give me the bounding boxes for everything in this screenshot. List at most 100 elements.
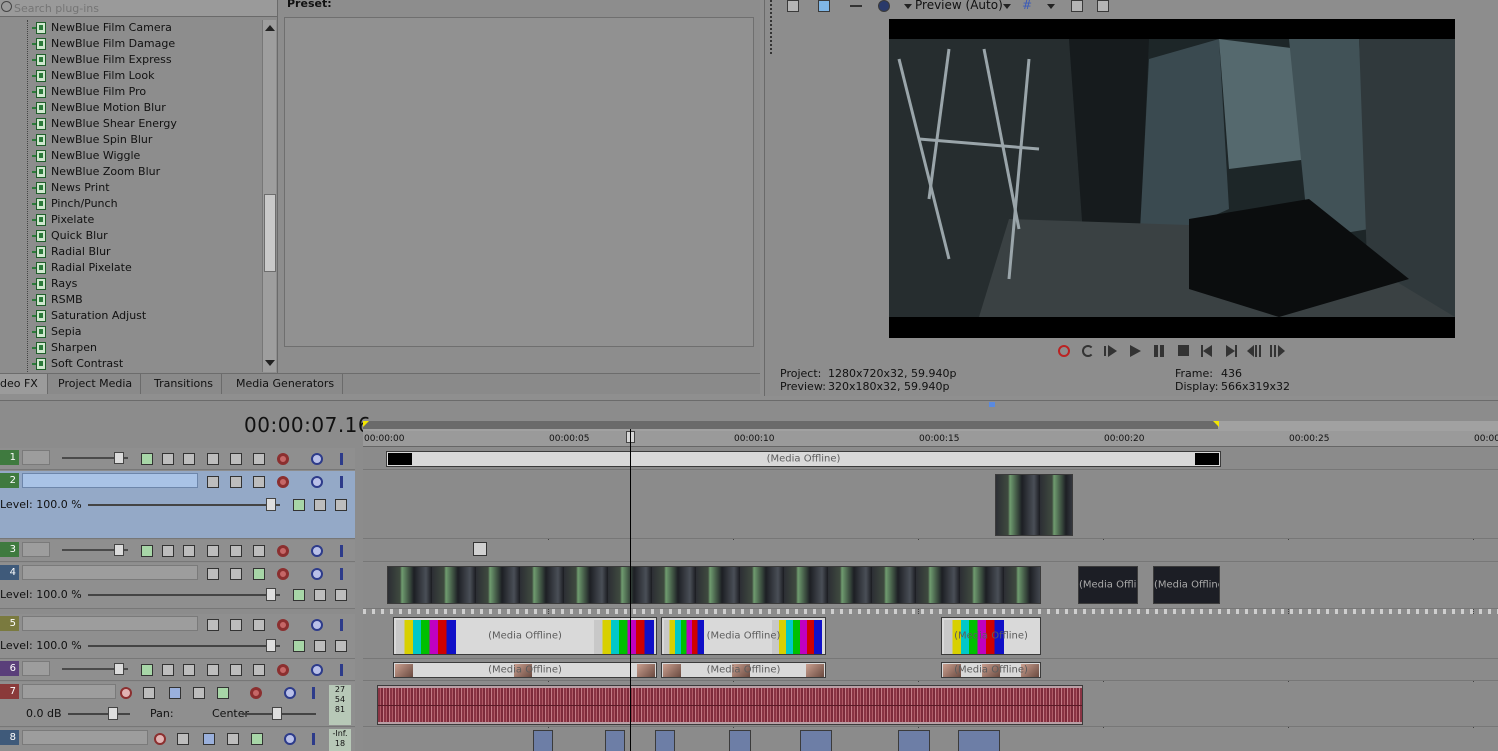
track-lane-8[interactable] — [363, 728, 1498, 751]
level-slider-knob[interactable] — [266, 588, 276, 601]
track-fx-gear-icon[interactable] — [277, 664, 289, 676]
plugin-list-item[interactable]: NewBlue Film Express — [0, 52, 262, 68]
preview-mode-icon[interactable] — [878, 0, 890, 12]
level-slider[interactable] — [88, 594, 280, 596]
track-fx-gear-icon[interactable] — [277, 453, 289, 465]
track-name-field[interactable] — [22, 473, 198, 488]
video-clip-offline[interactable]: (Media Offline) — [661, 617, 826, 655]
plugin-list-item[interactable]: Soft Contrast — [0, 356, 262, 372]
preview-quality-select[interactable]: Preview (Auto) — [915, 0, 1003, 12]
save-snapshot-icon[interactable] — [1097, 0, 1109, 12]
video-clip[interactable] — [387, 566, 1041, 604]
track-name-field[interactable] — [22, 661, 50, 676]
plugin-list-item[interactable]: NewBlue Spin Blur — [0, 132, 262, 148]
make-child-icon[interactable] — [183, 545, 195, 557]
solo-icon[interactable] — [340, 476, 343, 488]
solo-icon[interactable] — [340, 619, 343, 631]
parent-up-icon[interactable] — [314, 589, 326, 601]
loop-start-marker[interactable] — [363, 421, 369, 427]
audio-clip[interactable] — [377, 685, 1083, 725]
plugin-list-scrollbar[interactable] — [262, 20, 276, 372]
loop-end-marker[interactable] — [1213, 421, 1219, 427]
level-slider-knob[interactable] — [266, 498, 276, 511]
plugin-list-item[interactable]: News Print — [0, 180, 262, 196]
track-header-7[interactable]: 7 0.0 dB Pan: Center 27 54 81 — [0, 682, 355, 727]
input-monitor-icon[interactable] — [177, 733, 189, 745]
mute-icon[interactable] — [311, 568, 323, 580]
tab-project-media[interactable]: Project Media — [50, 374, 142, 394]
play-button[interactable] — [1128, 344, 1144, 358]
plugin-list-item[interactable]: Rays — [0, 276, 262, 292]
fx-bypass-icon[interactable] — [230, 568, 242, 580]
parent-up-icon[interactable] — [314, 499, 326, 511]
arm-record-icon[interactable] — [154, 733, 166, 745]
track-motion-icon[interactable] — [141, 545, 153, 557]
video-clip-offline[interactable]: (Media Offline) — [393, 617, 657, 655]
track-motion-icon[interactable] — [293, 589, 305, 601]
plugin-list-item[interactable]: RSMB — [0, 292, 262, 308]
make-child-icon[interactable] — [335, 589, 347, 601]
track-fader-knob[interactable] — [114, 544, 124, 556]
volume-slider[interactable] — [68, 713, 130, 715]
parent-up-icon[interactable] — [314, 640, 326, 652]
go-to-start-button[interactable] — [1200, 344, 1216, 358]
plugin-list-item[interactable]: NewBlue Film Damage — [0, 36, 262, 52]
scroll-down-arrow-icon[interactable] — [265, 360, 275, 366]
track-fx-icon[interactable] — [253, 476, 265, 488]
solo-icon[interactable] — [340, 568, 343, 580]
audio-clip[interactable] — [800, 730, 832, 751]
plugin-list-item[interactable]: NewBlue Wiggle — [0, 148, 262, 164]
mute-icon[interactable] — [311, 664, 323, 676]
track-lane-5[interactable]: (Media Offline) (Media Offline) (Media O… — [363, 614, 1498, 659]
arm-record-icon[interactable] — [120, 687, 132, 699]
track-fx-icon[interactable] — [253, 453, 265, 465]
track-lane-6[interactable]: (Media Offline) (Media Offline) (Media O… — [363, 659, 1498, 681]
track-fx-gear-icon[interactable] — [277, 545, 289, 557]
track-header-4[interactable]: 4 Level: 100.0 % — [0, 563, 355, 609]
track-name-field[interactable] — [22, 565, 198, 580]
automation-icon[interactable] — [193, 687, 205, 699]
plugin-list-item[interactable]: Saturation Adjust — [0, 308, 262, 324]
track-lane-2[interactable] — [363, 471, 1498, 539]
mute-icon[interactable] — [311, 453, 323, 465]
audio-clip[interactable] — [605, 730, 625, 751]
external-monitor-icon[interactable] — [818, 0, 830, 12]
make-child-icon[interactable] — [183, 453, 195, 465]
loop-playback-button[interactable] — [1081, 344, 1097, 358]
previous-frame-button[interactable] — [1246, 344, 1262, 358]
track-motion-icon[interactable] — [141, 453, 153, 465]
copy-snapshot-icon[interactable] — [1071, 0, 1083, 12]
playhead-cursor[interactable] — [630, 429, 631, 751]
track-header-2[interactable]: 2 Level: 100.0 % — [0, 471, 355, 539]
video-clip-offline[interactable]: (Media Offline) — [386, 451, 1221, 467]
video-clip[interactable]: (Media Offline) — [1153, 566, 1220, 604]
audio-clip[interactable] — [958, 730, 1000, 751]
track-lane-3[interactable] — [363, 540, 1498, 562]
video-clip[interactable] — [995, 474, 1073, 536]
track-name-field[interactable] — [22, 730, 148, 745]
video-clip-offline[interactable]: (Media Offline) — [393, 662, 657, 678]
composite-mode-icon[interactable] — [207, 453, 219, 465]
track-lane-4[interactable]: (Media Offline) (Media Offline) — [363, 563, 1498, 609]
composite-mode-icon[interactable] — [207, 664, 219, 676]
audio-clip[interactable] — [898, 730, 930, 751]
track-fader-knob[interactable] — [114, 663, 124, 675]
track-fx-gear-icon[interactable] — [250, 687, 262, 699]
mute-icon[interactable] — [284, 687, 296, 699]
track-lane-1[interactable]: (Media Offline) — [363, 448, 1498, 470]
plugin-list-item[interactable]: Radial Blur — [0, 244, 262, 260]
properties-icon[interactable] — [787, 0, 799, 12]
parent-up-icon[interactable] — [162, 545, 174, 557]
stop-button[interactable] — [1176, 344, 1192, 358]
video-clip-offline[interactable]: (Media Offline) — [661, 662, 826, 678]
plugin-list-item[interactable]: Radial Pixelate — [0, 260, 262, 276]
audio-clip[interactable] — [655, 730, 675, 751]
video-clip[interactable]: (Media Offline) — [1078, 566, 1138, 604]
grid-overlay-icon[interactable]: # — [1022, 0, 1034, 12]
make-child-icon[interactable] — [335, 640, 347, 652]
go-to-end-button[interactable] — [1224, 344, 1240, 358]
track-fx-icon[interactable] — [253, 545, 265, 557]
bus-icon[interactable] — [251, 733, 263, 745]
track-header-5[interactable]: 5 Level: 100.0 % — [0, 614, 355, 659]
chevron-down-icon[interactable] — [1047, 4, 1055, 9]
